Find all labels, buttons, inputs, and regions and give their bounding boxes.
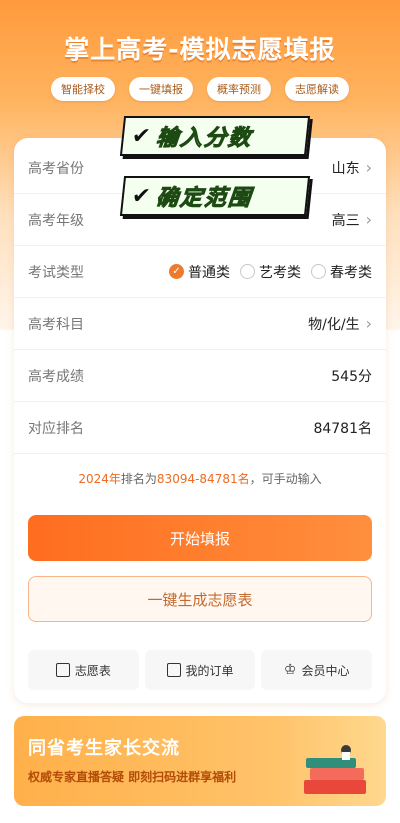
tag-probability[interactable]: 概率预测 bbox=[207, 77, 271, 101]
rank-value[interactable]: 84781名 bbox=[313, 418, 372, 438]
exam-type-label: 考试类型 bbox=[28, 264, 84, 281]
form-card: 高考省份 山东 › 高考年级 高三 › 考试类型 ✓ 普通类 艺考类 春考类 高… bbox=[14, 138, 386, 703]
feature-tags: 智能择校 一键填报 概率预测 志愿解读 bbox=[0, 77, 400, 101]
tag-one-click[interactable]: 一键填报 bbox=[129, 77, 193, 101]
radio-checked-icon: ✓ bbox=[169, 264, 184, 279]
checkmark-icon: ✔ bbox=[130, 183, 152, 209]
score-value[interactable]: 545分 bbox=[331, 366, 372, 386]
quick-links: 志愿表 我的订单 ♔ 会员中心 bbox=[28, 650, 373, 690]
document-icon bbox=[55, 663, 70, 677]
row-rank[interactable]: 对应排名 84781名 bbox=[14, 402, 386, 454]
province-label: 高考省份 bbox=[28, 160, 84, 177]
row-score[interactable]: 高考成绩 545分 bbox=[14, 350, 386, 402]
grade-value: 高三 bbox=[331, 212, 360, 229]
member-center-button[interactable]: ♔ 会员中心 bbox=[261, 650, 373, 690]
page-title: 掌上高考-模拟志愿填报 bbox=[64, 35, 336, 64]
province-value: 山东 bbox=[331, 160, 360, 177]
chevron-right-icon: › bbox=[365, 210, 372, 229]
radio-spring[interactable]: 春考类 bbox=[311, 262, 372, 282]
books-illustration-icon bbox=[304, 745, 366, 794]
community-banner[interactable]: 同省考生家长交流 权威专家直播答疑 即刻扫码进群享福利 bbox=[14, 716, 386, 806]
order-icon bbox=[166, 663, 181, 677]
radio-regular[interactable]: ✓ 普通类 bbox=[169, 262, 230, 282]
grade-label: 高考年级 bbox=[28, 212, 84, 229]
checkmark-icon: ✔ bbox=[130, 123, 152, 149]
banner-subtitle: 权威专家直播答疑 即刻扫码进群享福利 bbox=[28, 770, 237, 784]
rank-note: 2024年排名为83094-84781名，可手动输入 bbox=[78, 472, 322, 486]
tag-interpretation[interactable]: 志愿解读 bbox=[285, 77, 349, 101]
radio-unchecked-icon bbox=[311, 264, 326, 279]
wish-list-button[interactable]: 志愿表 bbox=[28, 650, 139, 690]
generate-button[interactable]: 一键生成志愿表 bbox=[28, 576, 372, 622]
my-orders-button[interactable]: 我的订单 bbox=[144, 650, 256, 690]
stamp-enter-score: ✔ 输入分数 bbox=[119, 116, 311, 156]
tag-smart-select[interactable]: 智能择校 bbox=[51, 77, 115, 101]
score-label: 高考成绩 bbox=[28, 368, 84, 385]
crown-icon: ♔ bbox=[283, 662, 297, 678]
subjects-value: 物/化/生 bbox=[308, 316, 360, 333]
rank-label: 对应排名 bbox=[28, 420, 84, 437]
banner-title: 同省考生家长交流 bbox=[28, 738, 180, 759]
row-subjects[interactable]: 高考科目 物/化/生 › bbox=[14, 298, 386, 350]
start-fill-button[interactable]: 开始填报 bbox=[28, 515, 372, 561]
chevron-right-icon: › bbox=[365, 158, 372, 177]
chevron-right-icon: › bbox=[365, 314, 372, 333]
row-exam-type: 考试类型 ✓ 普通类 艺考类 春考类 bbox=[14, 246, 386, 298]
radio-unchecked-icon bbox=[240, 264, 255, 279]
subjects-label: 高考科目 bbox=[28, 316, 84, 333]
stamp-set-range: ✔ 确定范围 bbox=[119, 176, 311, 216]
radio-art[interactable]: 艺考类 bbox=[240, 262, 301, 282]
